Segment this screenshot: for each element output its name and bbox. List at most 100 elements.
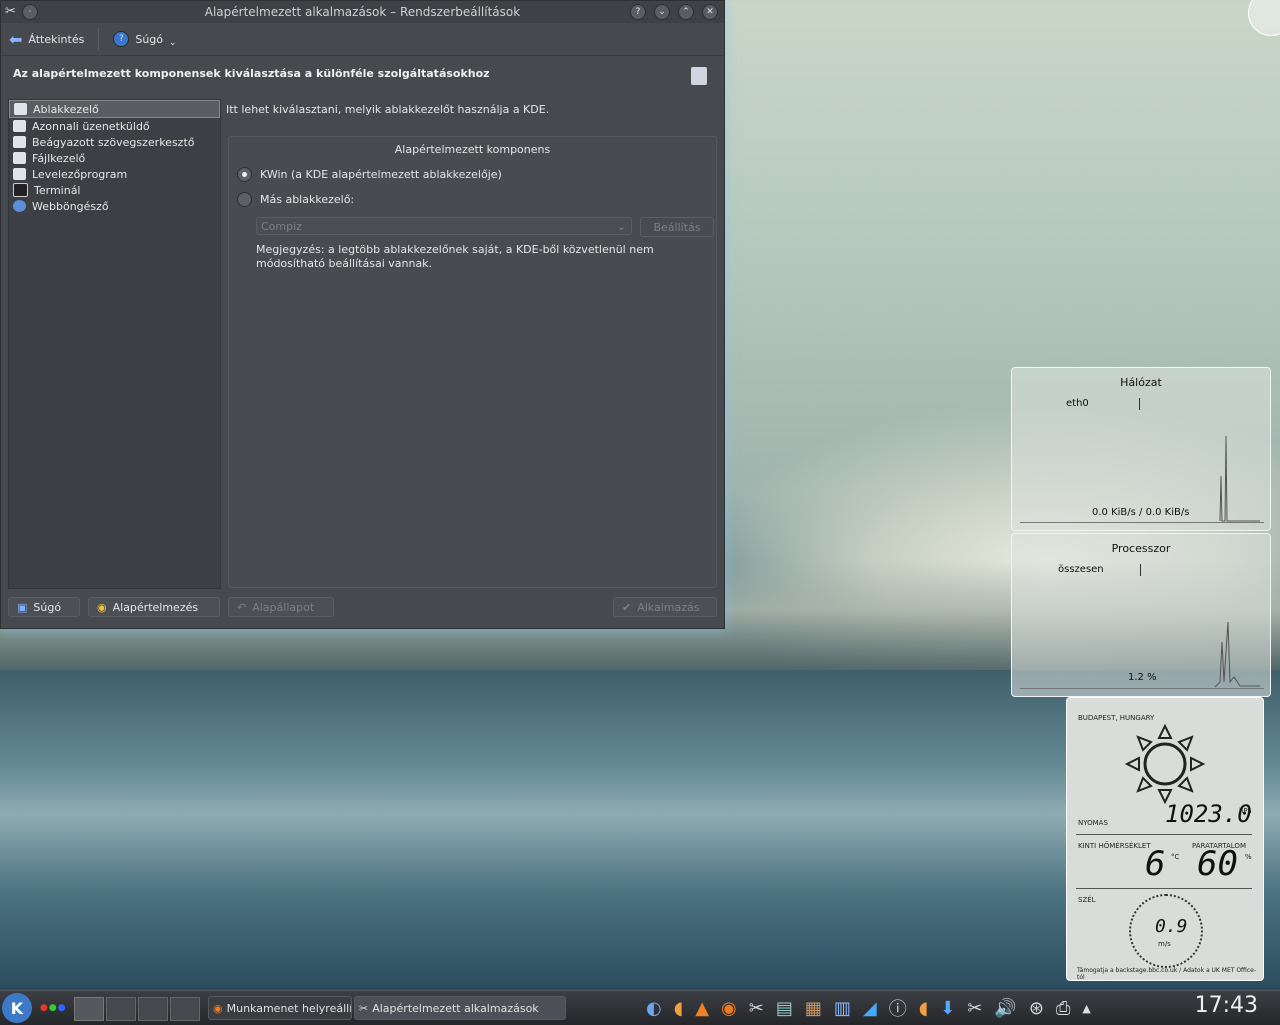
list-item-email-client[interactable]: Levelezőprogram <box>9 166 220 182</box>
banshee-icon[interactable]: ◖ <box>674 998 683 1019</box>
pressure-unit: hPa <box>1239 807 1252 815</box>
screen-icon[interactable]: ◢ <box>863 998 877 1019</box>
kde-menu-button[interactable]: K <box>2 993 32 1023</box>
pager-desktop-2[interactable] <box>106 997 136 1021</box>
deb-icon[interactable]: ▦ <box>805 998 822 1019</box>
settings-button[interactable]: Beállítás <box>640 217 714 237</box>
group-title: Alapértelmezett komponens <box>394 143 551 156</box>
help-button[interactable]: ▣ Súgó <box>8 597 80 617</box>
dolphin-icon[interactable]: ◐ <box>646 998 662 1019</box>
divider <box>1076 834 1252 835</box>
pager-desktop-4[interactable] <box>170 997 200 1021</box>
klipper-scissors-icon[interactable]: ✂ <box>967 998 982 1019</box>
wind-label: SZÉL <box>1078 896 1096 904</box>
list-item-label: Beágyazott szövegszerkesztő <box>32 135 195 149</box>
page-heading: Az alapértelmezett komponensek kiválaszt… <box>13 67 490 80</box>
package-icon[interactable]: ▤ <box>776 998 793 1019</box>
activity-dots-icon[interactable]: ●●● <box>40 1003 67 1013</box>
list-item-label: Fájlkezelő <box>32 151 86 165</box>
close-button[interactable]: ✕ <box>702 4 718 20</box>
wind-unit: m/s <box>1158 940 1171 948</box>
network-interface-label: eth0 <box>1066 398 1089 409</box>
network-icon[interactable]: ⊛ <box>1029 998 1044 1019</box>
clock[interactable]: 17:43 <box>1195 993 1258 1018</box>
help-menu-button[interactable]: ? Súgó ⌄ <box>113 30 177 48</box>
network-monitor-widget[interactable]: Hálózat eth0 0.0 KiB/s / 0.0 KiB/s <box>1011 367 1271 531</box>
wind-value: 0.9 <box>1155 916 1188 937</box>
cpu-value: 1.2 % <box>1128 672 1157 683</box>
messenger-icon <box>13 120 26 132</box>
task-label: Munkamenet helyreállí <box>226 1001 352 1015</box>
desktop-toolbox[interactable] <box>1248 0 1280 36</box>
radio-unselected-icon <box>237 192 252 207</box>
window-titlebar[interactable]: ✂ · Alapértelmezett alkalmazások – Rends… <box>1 1 724 23</box>
window-manager-combo[interactable]: Compiz ⌄ <box>256 217 632 235</box>
settings-tools-icon[interactable]: ✂ <box>749 998 764 1019</box>
list-item-file-manager[interactable]: Fájlkezelő <box>9 150 220 166</box>
divider <box>1076 888 1252 889</box>
firefox-icon[interactable]: ◉ <box>721 998 737 1019</box>
maximize-button[interactable]: ⌃ <box>678 4 694 20</box>
minimize-button[interactable]: ⌄ <box>654 4 670 20</box>
sun-icon <box>1125 724 1205 804</box>
quick-launch-bar: ◐ ◖ ▲ ◉ ✂ ▤ ▦ ▥ ◢ ⓘ ◖ ⬇ ✂ 🔊 ⊛ ⎙ ▲ <box>646 995 1091 1021</box>
weather-location: BUDAPEST, HUNGARY <box>1078 714 1155 722</box>
overview-button[interactable]: ⬅ Áttekintés <box>9 30 84 49</box>
default-component-group: Alapértelmezett komponens KWin (a KDE al… <box>228 136 717 588</box>
globe-icon <box>13 200 26 212</box>
notes-icon[interactable]: ▥ <box>834 998 851 1019</box>
temperature-label: KINTI HŐMÉRSÉKLET <box>1078 842 1151 850</box>
widget-title: Hálózat <box>1120 376 1162 389</box>
humidity-value: 60 <box>1197 844 1238 884</box>
other-wm-radio-label: Más ablakkezelő: <box>260 193 355 206</box>
volume-icon[interactable]: 🔊 <box>994 998 1016 1019</box>
firefox-icon: ◉ <box>213 1001 223 1015</box>
download-icon[interactable]: ⬇ <box>940 998 955 1019</box>
kwin-radio[interactable]: KWin (a KDE alapértelmezett ablakkezelőj… <box>237 167 502 182</box>
help-book-icon: ▣ <box>17 600 28 614</box>
window-manager-icon <box>14 103 27 115</box>
radio-selected-icon <box>237 167 252 182</box>
kwin-radio-label: KWin (a KDE alapértelmezett ablakkezelőj… <box>260 168 502 181</box>
other-wm-radio[interactable]: Más ablakkezelő: <box>237 192 354 207</box>
pager-desktop-1[interactable] <box>74 997 104 1021</box>
defaults-button-label: Alapértelmezés <box>112 600 199 614</box>
list-item-label: Terminál <box>34 183 81 197</box>
list-item-label: Azonnali üzenetküldő <box>32 119 150 133</box>
list-item-instant-messenger[interactable]: Azonnali üzenetküldő <box>9 118 220 134</box>
list-item-terminal[interactable]: Terminál <box>9 182 220 198</box>
vlc-icon[interactable]: ▲ <box>695 998 709 1019</box>
taskbar-task-session-restore[interactable]: ◉ Munkamenet helyreállí <box>208 996 352 1020</box>
panel-description: Itt lehet kiválasztani, melyik ablakkeze… <box>226 103 550 116</box>
weather-widget[interactable]: BUDAPEST, HUNGARY NYOMÁS 1023.0 hPa KINT… <box>1066 697 1264 981</box>
back-arrow-icon: ⬅ <box>9 29 23 49</box>
note-text: Megjegyzés: a legtöbb ablakkezelőnek saj… <box>256 243 654 270</box>
humidity-unit: % <box>1245 853 1252 861</box>
component-list: Ablakkezelő Azonnali üzenetküldő Beágyaz… <box>8 99 221 589</box>
tray-expand-icon[interactable]: ▲ <box>1082 1002 1090 1015</box>
list-item-text-editor[interactable]: Beágyazott szövegszerkesztő <box>9 134 220 150</box>
defaults-icon: ◉ <box>97 600 107 614</box>
taskbar-task-default-apps[interactable]: ✂ Alapértelmezett alkalmazások <box>354 996 566 1020</box>
list-item-label: Webböngésző <box>32 199 109 213</box>
overview-label: Áttekintés <box>28 32 85 46</box>
info-icon[interactable]: ⓘ <box>889 995 907 1021</box>
reset-button[interactable]: ↶ Alapállapot <box>228 597 334 617</box>
window-toolbar: ⬅ Áttekintés ? Súgó ⌄ <box>1 23 724 56</box>
cpu-label: összesen <box>1058 564 1104 575</box>
system-settings-window: ✂ · Alapértelmezett alkalmazások – Rends… <box>0 0 725 629</box>
undo-icon: ↶ <box>237 600 247 614</box>
list-item-web-browser[interactable]: Webböngésző <box>9 198 220 214</box>
list-item-label: Ablakkezelő <box>33 102 99 116</box>
help-question-button[interactable]: ? <box>630 4 646 20</box>
banshee-tray-icon[interactable]: ◖ <box>919 998 928 1019</box>
taskbar-panel: K ●●● ◉ Munkamenet helyreállí ✂ Alapérte… <box>0 990 1280 1025</box>
temperature-value: 6 <box>1145 844 1166 884</box>
printer-icon[interactable]: ⎙ <box>1056 998 1070 1019</box>
defaults-button[interactable]: ◉ Alapértelmezés <box>88 597 220 617</box>
apply-button[interactable]: ✔ Alkalmazás <box>613 597 717 617</box>
cpu-monitor-widget[interactable]: Processzor összesen 1.2 % <box>1011 533 1271 697</box>
list-item-label: Levelezőprogram <box>32 167 128 181</box>
pager-desktop-3[interactable] <box>138 997 168 1021</box>
list-item-window-manager[interactable]: Ablakkezelő <box>9 100 220 118</box>
